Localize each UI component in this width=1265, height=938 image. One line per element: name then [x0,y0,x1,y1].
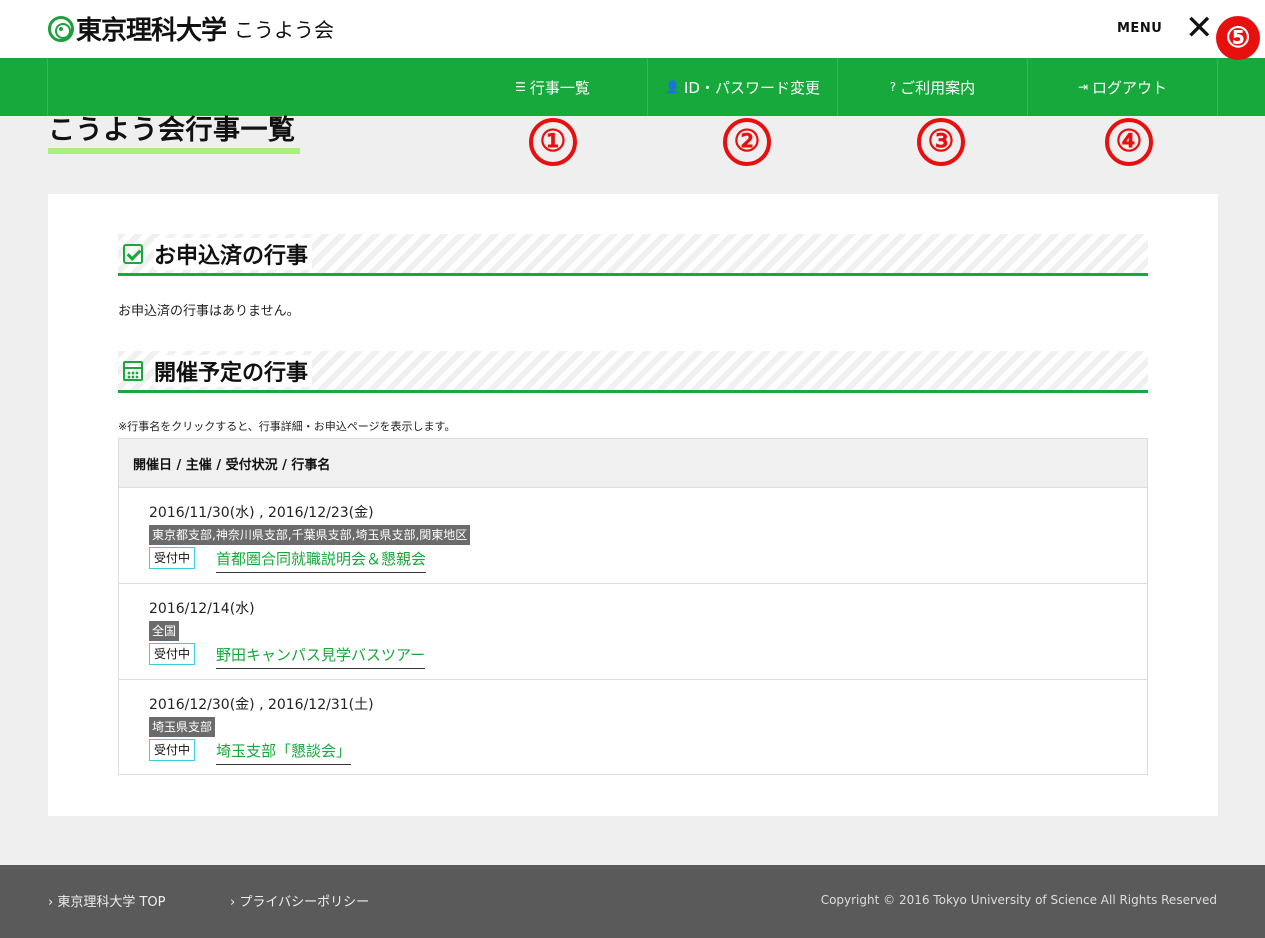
site-footer: › 東京理科大学 TOP › プライバシーポリシー Copyright © 20… [0,865,1265,938]
calendar-icon [123,360,143,381]
close-menu-icon[interactable]: ✕ [1185,8,1214,48]
organizer-badge: 東京都支部,神奈川県支部,千葉県支部,埼玉県支部,関東地区 [149,525,471,545]
annotation-3: ③ [917,118,965,166]
nav-item-guide[interactable]: ? ご利用案内 [838,58,1028,116]
status-badge: 受付中 [149,739,196,761]
page-title-underline [48,148,300,154]
nav-item-event-list[interactable]: ☰ 行事一覧 [458,58,648,116]
upcoming-events-heading: 開催予定の行事 [118,351,1148,393]
nav-item-label: ID・パスワード変更 [683,78,820,97]
nav-item-id-password[interactable]: 👤 ID・パスワード変更 [648,58,838,116]
footer-link-university-top[interactable]: › 東京理科大学 TOP [48,891,165,910]
organizer-badge: 埼玉県支部 [149,717,216,737]
nav-item-label: ご利用案内 [900,78,976,97]
applied-events-heading: お申込済の行事 [118,234,1148,276]
list-icon: ☰ [515,80,526,94]
check-square-icon [123,243,143,264]
copyright-text: Copyright © 2016 Tokyo University of Sci… [820,893,1217,907]
logo-association-name: こうよう会 [234,18,335,42]
nav-item-label: ログアウト [1092,78,1168,97]
table-row: 2016/12/14(水) 全国 受付中 野田キャンパス見学バスツアー [119,584,1147,680]
event-name-link[interactable]: 埼玉支部「懇談会」 [216,740,352,765]
event-date: 2016/11/30(水) , 2016/12/23(金) [149,505,374,521]
section-title: 開催予定の行事 [154,354,313,387]
annotation-2: ② [723,118,771,166]
no-applied-events-message: お申込済の行事はありません。 [118,304,300,319]
organizer-badge: 全国 [149,621,180,641]
nav-item-logout[interactable]: ⇥ ログアウト [1028,58,1218,116]
nav-item-label: 行事一覧 [529,78,590,97]
table-header: 開催日 / 主催 / 受付状況 / 行事名 [119,439,1147,488]
table-row: 2016/11/30(水) , 2016/12/23(金) 東京都支部,神奈川県… [119,488,1147,584]
university-emblem-icon [48,15,74,42]
page-title: こうよう会行事一覧 [48,115,296,146]
footer-link-privacy-policy[interactable]: › プライバシーポリシー [230,891,369,910]
logo-university-name: 東京理科大学 [76,16,227,46]
annotation-5: ⑤ [1216,16,1260,60]
annotation-4: ④ [1105,118,1153,166]
event-date: 2016/12/14(水) [149,601,255,617]
section-title: お申込済の行事 [154,237,313,270]
question-circle-icon: ? [889,80,897,94]
click-note: ※行事名をクリックすると、行事詳細・お申込ページを表示します。 [118,420,456,433]
sign-out-icon: ⇥ [1077,80,1089,94]
user-icon: 👤 [665,80,680,94]
table-row: 2016/12/30(金) , 2016/12/31(土) 埼玉県支部 受付中 … [119,680,1147,776]
status-badge: 受付中 [149,547,196,569]
site-logo[interactable]: 東京理科大学 こうよう会 [48,10,334,47]
annotation-1: ① [529,118,577,166]
event-date: 2016/12/30(金) , 2016/12/31(土) [149,697,374,713]
event-table: 開催日 / 主催 / 受付状況 / 行事名 2016/11/30(水) , 20… [118,438,1148,775]
menu-label[interactable]: MENU [1117,21,1162,36]
site-header: 東京理科大学 こうよう会 MENU ✕ [0,0,1265,58]
event-name-link[interactable]: 首都圏合同就職説明会＆懇親会 [216,548,427,573]
event-name-link[interactable]: 野田キャンパス見学バスツアー [216,644,426,669]
status-badge: 受付中 [149,643,196,665]
